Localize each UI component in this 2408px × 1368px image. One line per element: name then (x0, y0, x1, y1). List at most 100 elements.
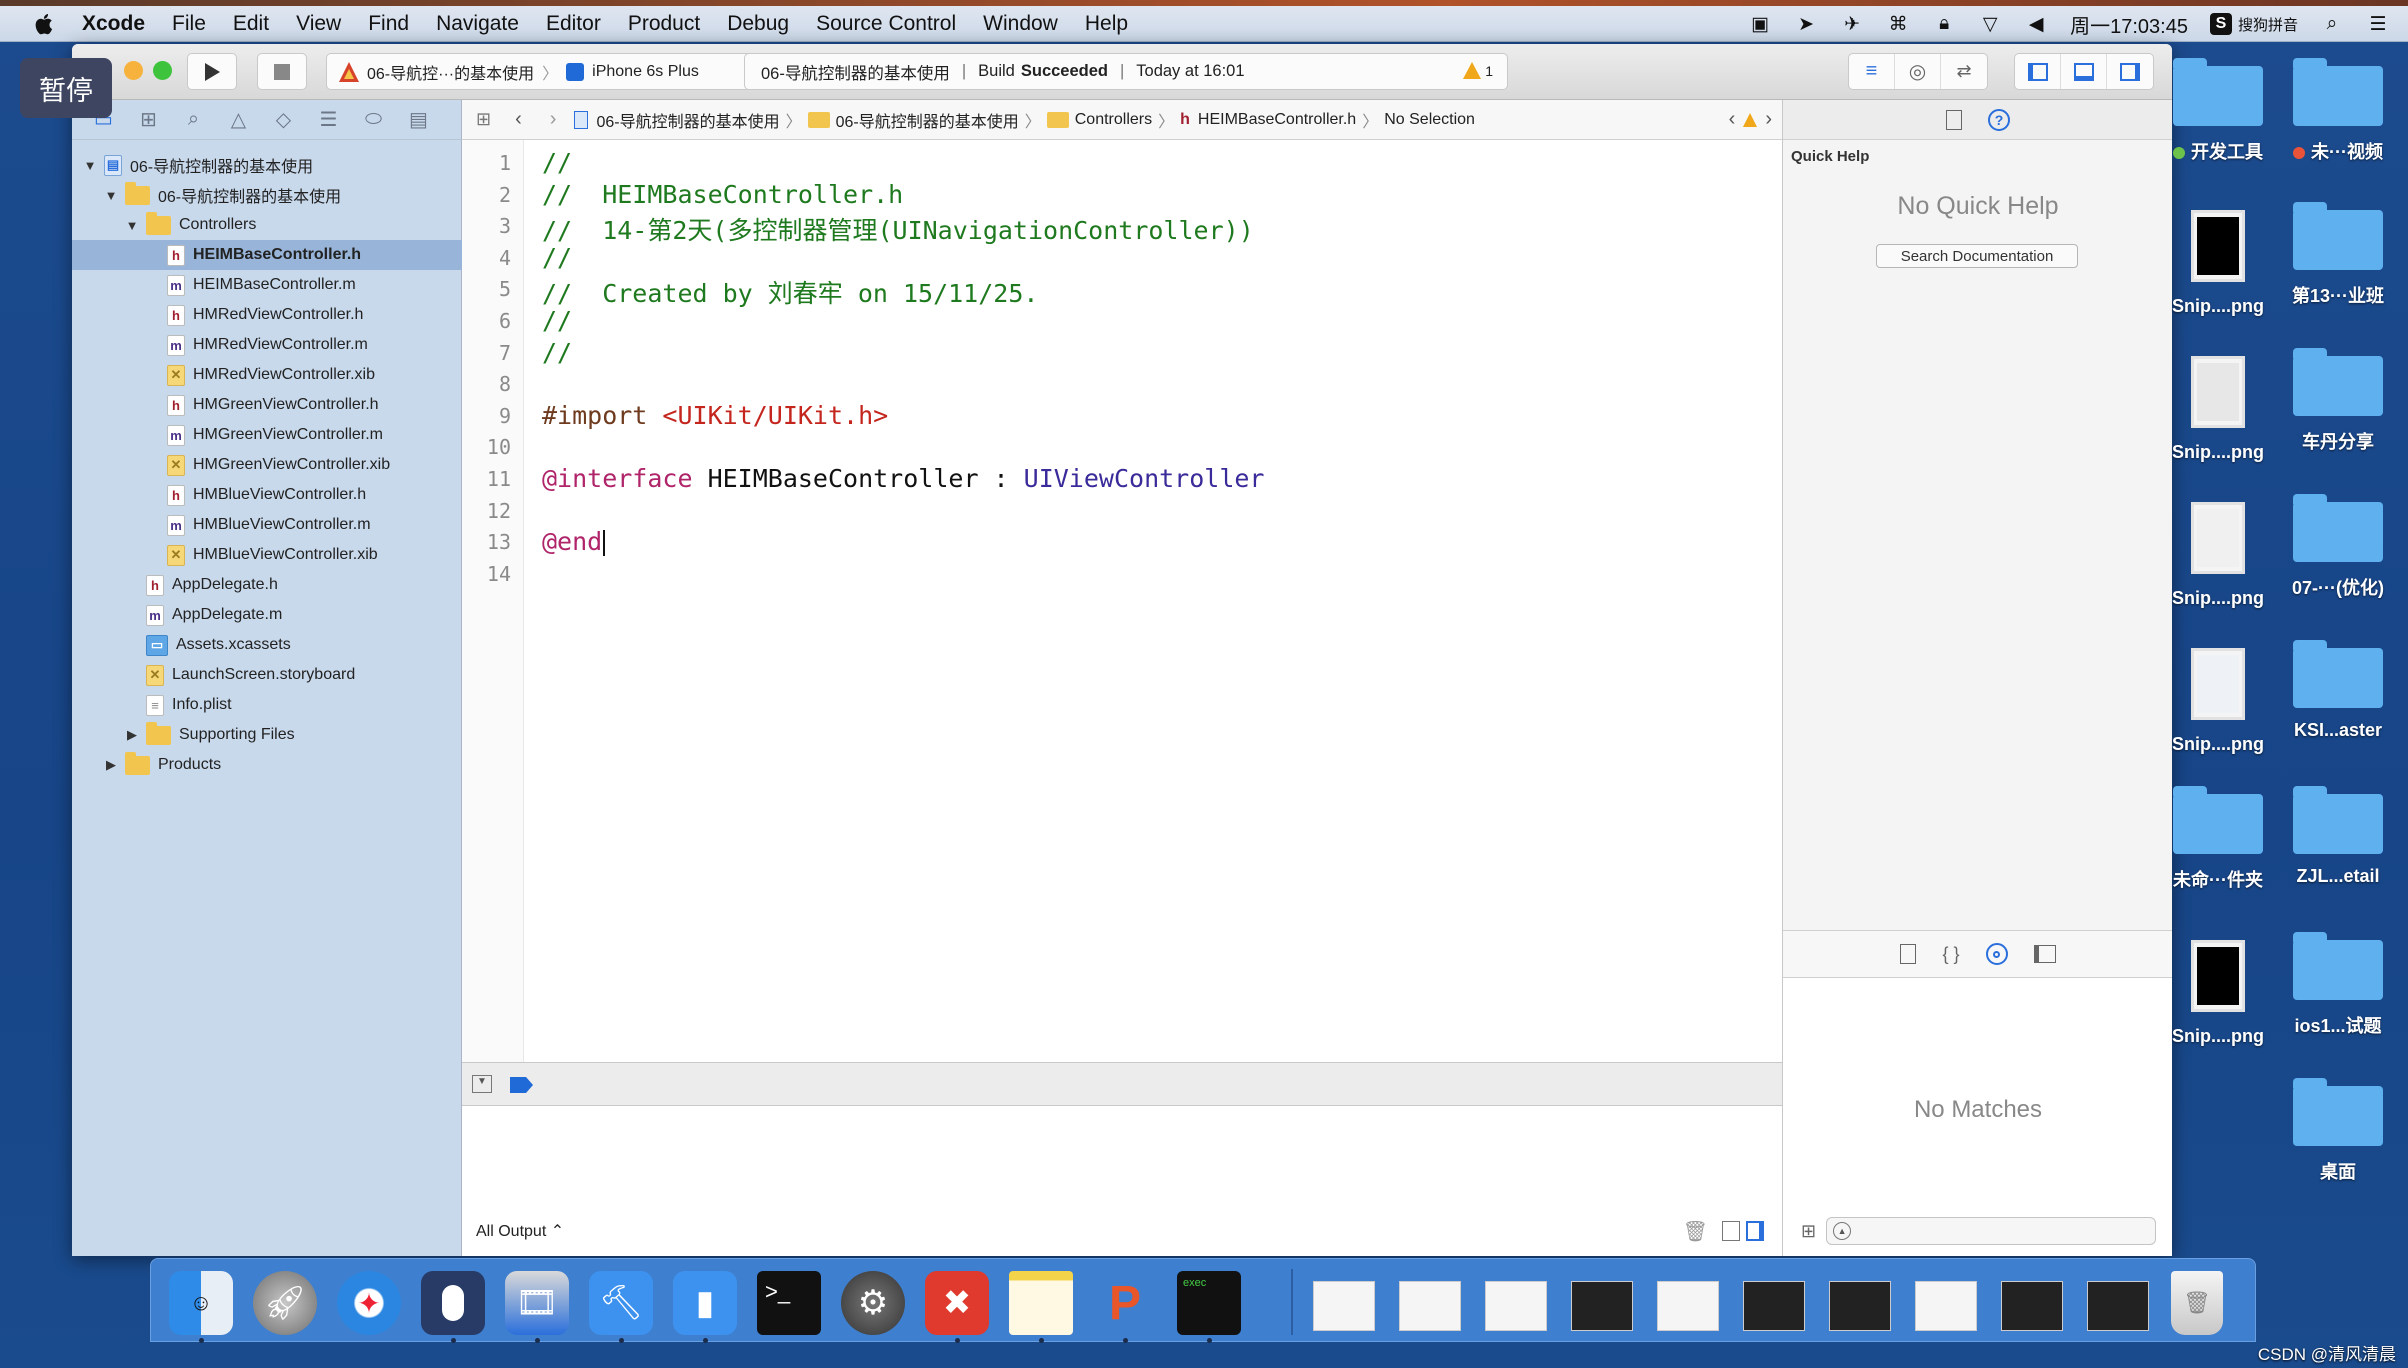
menu-navigate[interactable]: Navigate (436, 12, 519, 36)
run-button[interactable] (187, 53, 237, 90)
test-navigator-tab-icon[interactable]: ◇ (270, 106, 297, 133)
disclosure-closed-icon[interactable]: ▶ (103, 757, 119, 773)
file-tree-row[interactable]: ▼ ▤ 06-导航控制器的基本使用 (72, 150, 462, 180)
device-name[interactable]: iPhone 6s Plus (592, 63, 699, 81)
code-line[interactable]: // (542, 148, 572, 177)
volume-icon[interactable]: ◀ (2024, 13, 2048, 35)
clock[interactable]: 周一17:03:45 (2070, 10, 2188, 39)
minimized-window[interactable] (1915, 1281, 1977, 1331)
breakpoints-toggle-icon[interactable] (510, 1077, 534, 1093)
object-library-icon[interactable] (1985, 943, 2008, 965)
file-tree-row[interactable]: m HMGreenViewController.m (72, 420, 462, 450)
breadcrumb-file[interactable]: HEIMBaseController.h (1198, 111, 1356, 129)
desktop-folder[interactable]: 车丹分享 (2278, 348, 2398, 454)
desktop-file[interactable]: Snip....png (2158, 502, 2278, 609)
file-tree-row[interactable]: m HEIMBaseController.m (72, 270, 462, 300)
notification-center-icon[interactable]: ☰ (2366, 13, 2390, 35)
system-preferences-icon[interactable]: ⚙ (841, 1271, 905, 1335)
desktop-folder[interactable]: 桌面 (2278, 1078, 2398, 1184)
desktop-file[interactable]: Snip....png (2158, 210, 2278, 317)
file-tree-row[interactable]: ≡ Info.plist (72, 690, 462, 720)
hide-debug-area-icon[interactable]: ▼ (472, 1075, 492, 1093)
output-filter-select[interactable]: All Output ⌃ (476, 1221, 564, 1241)
safari-icon[interactable]: ✦ (337, 1271, 401, 1335)
launchpad-icon[interactable]: 🚀︎ (253, 1271, 317, 1335)
file-tree-row[interactable]: ▶ Supporting Files (72, 720, 462, 750)
menu-edit[interactable]: Edit (233, 12, 269, 36)
desktop-folder[interactable]: KSI...aster (2278, 640, 2398, 741)
warning-indicator[interactable]: 1 (1463, 62, 1493, 79)
file-tree-row[interactable]: ✕ HMRedViewController.xib (72, 360, 462, 390)
file-tree-row[interactable]: h AppDelegate.h (72, 570, 462, 600)
location-icon[interactable]: ➤ (1794, 13, 1818, 35)
menu-editor[interactable]: Editor (546, 12, 601, 36)
quick-help-icon[interactable]: ? (1988, 108, 2010, 131)
mouse-app-icon[interactable] (421, 1271, 485, 1335)
desktop-folder[interactable]: ZJL...etail (2278, 786, 2398, 887)
code-area[interactable]: // // HEIMBaseController.h // 14-第2天(多控制器管… (542, 140, 1772, 1062)
assistant-editor-button[interactable]: ◎ (1895, 54, 1941, 89)
file-tree-row[interactable]: ▼ 06-导航控制器的基本使用 (72, 180, 462, 210)
find-navigator-tab-icon[interactable]: ⌕ (180, 106, 207, 133)
version-editor-button[interactable]: ⇄ (1941, 54, 1987, 89)
minimized-window[interactable] (1485, 1281, 1547, 1331)
breadcrumb-group[interactable]: 06-导航控制器的基本使用 (836, 108, 1019, 132)
desktop-folder[interactable]: 未命···件夹 (2158, 786, 2278, 892)
menu-source-control[interactable]: Source Control (816, 12, 956, 36)
issue-navigator-tab-icon[interactable]: △ (225, 106, 252, 133)
desktop-folder[interactable]: ios1...试题 (2278, 932, 2398, 1038)
file-tree-row[interactable]: ▼ Controllers (72, 210, 462, 240)
file-tree-row[interactable]: h HMGreenViewController.h (72, 390, 462, 420)
menu-window[interactable]: Window (983, 12, 1058, 36)
menu-view[interactable]: View (296, 12, 341, 36)
code-line[interactable]: // (542, 243, 572, 272)
minimized-window[interactable] (1657, 1281, 1719, 1331)
desktop-folder[interactable]: 07-···(优化) (2278, 494, 2398, 600)
video-editor-icon[interactable]: 🎞︎ (505, 1271, 569, 1335)
trash-icon[interactable]: 🗑︎ (2171, 1271, 2223, 1335)
breadcrumb-controllers[interactable]: Controllers (1075, 111, 1152, 129)
report-navigator-tab-icon[interactable]: ▤ (405, 106, 432, 133)
file-tree-row[interactable]: ▶ Products (72, 750, 462, 780)
code-line[interactable]: @end (542, 527, 606, 557)
file-tree-row[interactable]: ✕ LaunchScreen.storyboard (72, 660, 462, 690)
desktop-file[interactable]: Snip....png (2158, 940, 2278, 1047)
simulator-icon[interactable]: ▮ (673, 1271, 737, 1335)
presentation-app-icon[interactable]: P (1093, 1271, 1157, 1335)
code-line[interactable]: // (542, 306, 572, 335)
file-tree-row[interactable]: h HMRedViewController.h (72, 300, 462, 330)
menu-debug[interactable]: Debug (727, 12, 789, 36)
code-snippet-library-icon[interactable]: { } (1942, 944, 1959, 965)
library-filter-input[interactable]: ▲ (1826, 1217, 2157, 1245)
file-tree-row[interactable]: m AppDelegate.m (72, 600, 462, 630)
menu-help[interactable]: Help (1085, 12, 1128, 36)
zoom-window-button[interactable] (153, 61, 172, 80)
forward-arrow-icon[interactable]: › (550, 108, 557, 131)
menu-product[interactable]: Product (628, 12, 700, 36)
finder-icon[interactable]: ☺ (169, 1271, 233, 1335)
code-line[interactable]: #import <UIKit/UIKit.h> (542, 401, 888, 430)
xcode-dock-icon[interactable]: 🔨︎ (589, 1271, 653, 1335)
file-inspector-icon[interactable] (1946, 109, 1962, 130)
minimized-window[interactable] (1313, 1281, 1375, 1331)
disclosure-open-icon[interactable]: ▼ (103, 188, 119, 203)
toggle-debug-area-button[interactable] (2061, 54, 2107, 89)
desktop-file[interactable]: Snip....png (2158, 648, 2278, 755)
menu-find[interactable]: Find (368, 12, 409, 36)
previous-issue-icon[interactable]: ‹ (1729, 108, 1736, 131)
file-tree-row[interactable]: m HMRedViewController.m (72, 330, 462, 360)
disclosure-closed-icon[interactable]: ▶ (124, 727, 140, 743)
desktop-folder[interactable]: 未···视频 (2278, 58, 2398, 164)
menu-app-name[interactable]: Xcode (82, 12, 145, 36)
minimized-window[interactable] (2001, 1281, 2063, 1331)
exec-terminal-icon[interactable]: exec (1177, 1271, 1241, 1335)
minimized-window[interactable] (1399, 1281, 1461, 1331)
next-issue-icon[interactable]: › (1765, 108, 1772, 131)
debug-navigator-tab-icon[interactable]: ☰ (315, 106, 342, 133)
disclosure-open-icon[interactable]: ▼ (82, 158, 98, 173)
wifi-icon[interactable]: ▽ (1978, 13, 2002, 35)
code-line[interactable]: // Created by 刘春牢 on 15/11/25. (542, 274, 1038, 310)
terminal-icon[interactable]: >_ (757, 1271, 821, 1335)
warning-icon[interactable] (1743, 112, 1758, 127)
network-icon[interactable]: ⌘ (1886, 13, 1910, 35)
